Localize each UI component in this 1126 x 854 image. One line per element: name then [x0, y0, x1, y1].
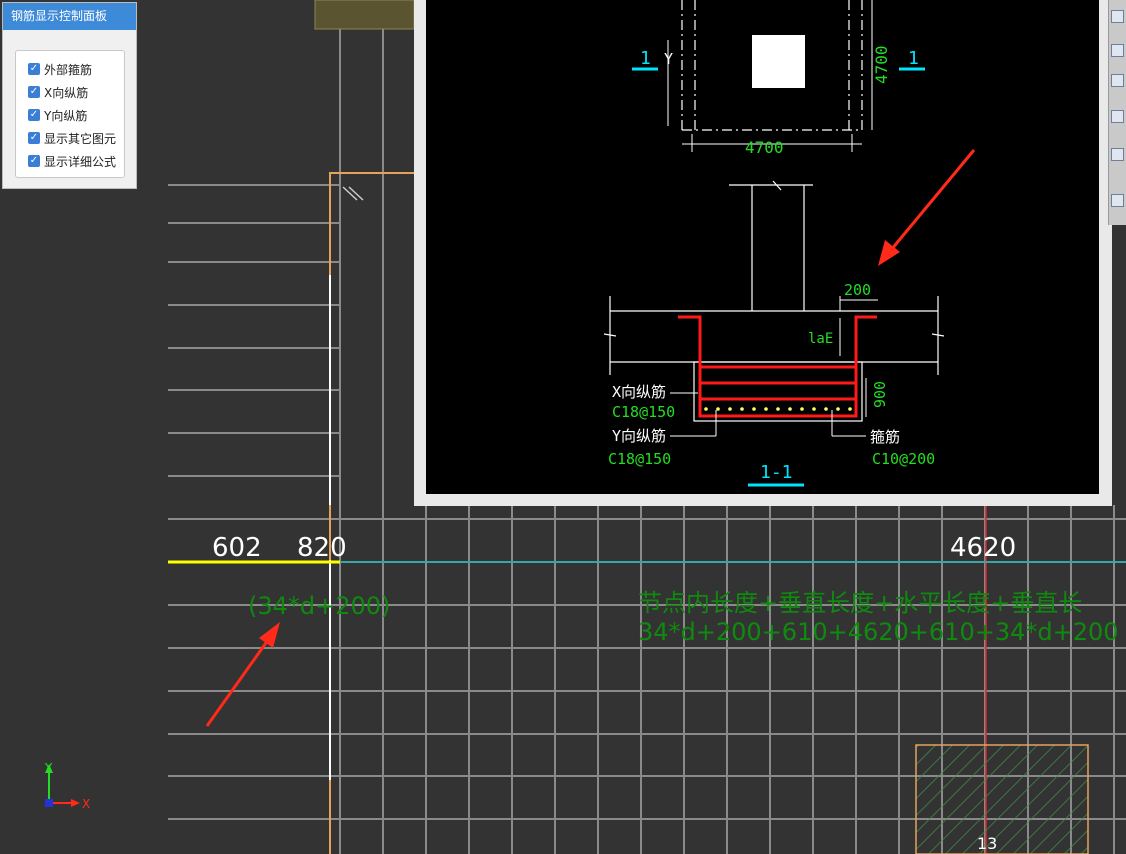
checkbox-checked-icon[interactable]: ✓ — [28, 155, 40, 167]
option-label: Y向纵筋 — [44, 108, 88, 123]
2d-view-icon[interactable] — [1111, 44, 1124, 57]
dim-4620: 4620 — [950, 533, 1016, 563]
dim-602: 602 — [212, 533, 262, 563]
node-detail-popup[interactable]: Y 4700 4700 1 1 200 laE 900 X向纵筋 C18@150… — [414, 0, 1112, 506]
dim-820: 820 — [297, 533, 347, 563]
detail-drawing-area: Y 4700 4700 1 1 200 laE 900 X向纵筋 C18@150… — [426, 0, 1099, 494]
checkbox-checked-icon[interactable]: ✓ — [28, 109, 40, 121]
view-toolbar — [1108, 0, 1126, 225]
section-mark-left: 1 — [640, 48, 651, 69]
y-rebar-label: Y向纵筋 — [612, 427, 666, 445]
dim-900: 900 — [871, 381, 889, 408]
section-mark-right: 1 — [908, 48, 919, 69]
column-outline[interactable] — [329, 172, 414, 854]
option-other-elements[interactable]: ✓ 显示其它图元 — [28, 129, 116, 147]
section-title: 1-1 — [760, 462, 793, 483]
option-y-rebar[interactable]: ✓ Y向纵筋 — [28, 106, 87, 124]
x-rebar-label: X向纵筋 — [612, 383, 666, 401]
rotate-view-icon[interactable] — [1111, 74, 1124, 87]
checkbox-checked-icon[interactable]: ✓ — [28, 86, 40, 98]
stirrup-spec: C10@200 — [872, 450, 935, 468]
view-cube-icon[interactable] — [1111, 10, 1124, 23]
lae-label: laE — [808, 331, 833, 347]
axis-x-label: X — [82, 797, 90, 811]
dim-4700-right: 4700 — [872, 45, 891, 84]
option-detailed-formula[interactable]: ✓ 显示详细公式 — [28, 152, 116, 170]
column-square — [752, 35, 805, 88]
panel-title[interactable]: 钢筋显示控制面板 — [3, 3, 136, 30]
annotation-arrow-detail — [878, 149, 976, 266]
option-outer-stirrup[interactable]: ✓ 外部箍筋 — [28, 60, 92, 78]
hatched-region[interactable] — [915, 744, 1089, 854]
rebar-profile — [678, 315, 877, 418]
rebar-dots — [704, 407, 852, 411]
break-mark — [342, 186, 364, 201]
formula-left: (34*d+200) — [248, 592, 390, 620]
redo-view-icon[interactable] — [1111, 148, 1124, 161]
stirrup-label: 箍筋 — [870, 428, 900, 446]
box-view-icon[interactable] — [1111, 110, 1124, 123]
option-label: 外部箍筋 — [44, 62, 93, 77]
checkbox-checked-icon[interactable]: ✓ — [28, 132, 40, 144]
y-marker: Y — [664, 50, 673, 68]
option-label: 显示其它图元 — [44, 131, 117, 146]
checkbox-checked-icon[interactable]: ✓ — [28, 63, 40, 75]
y-rebar-spec: C18@150 — [608, 450, 671, 468]
layer-list-icon[interactable] — [1111, 194, 1124, 207]
olive-element[interactable] — [314, 0, 415, 30]
detail-drawing: Y 4700 4700 1 1 200 laE 900 X向纵筋 C18@150… — [603, 0, 976, 487]
option-label: X向纵筋 — [44, 85, 89, 100]
x-rebar-spec: C18@150 — [612, 403, 675, 421]
options-box: ✓ 外部箍筋 ✓ X向纵筋 ✓ Y向纵筋 ✓ 显示其它图元 ✓ 显示详细公式 — [15, 50, 125, 178]
axis-y-label: Y — [44, 761, 53, 775]
annotation-arrow-left — [205, 622, 280, 727]
dim-200: 200 — [844, 281, 871, 299]
axis-number-13: 13 — [977, 834, 997, 853]
formula-line1: 节点内长度+垂直长度+水平长度+垂直长 — [638, 589, 1082, 617]
option-label: 显示详细公式 — [44, 154, 117, 169]
option-x-rebar[interactable]: ✓ X向纵筋 — [28, 83, 88, 101]
rebar-display-panel: 钢筋显示控制面板 ✓ 外部箍筋 ✓ X向纵筋 ✓ Y向纵筋 ✓ 显示其它图元 ✓… — [2, 2, 137, 189]
dim-4700-bottom: 4700 — [745, 138, 784, 157]
ucs-axis-icon: Y X — [44, 761, 90, 811]
formula-line2: 34*d+200+610+4620+610+34*d+200 — [638, 618, 1119, 646]
